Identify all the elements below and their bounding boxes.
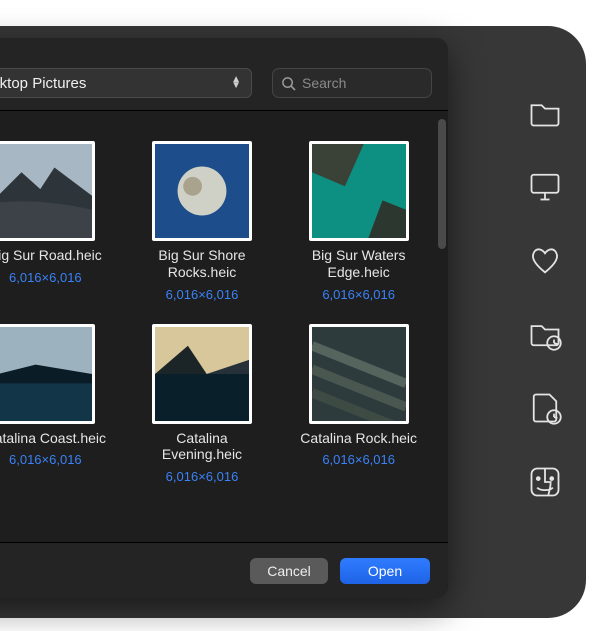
path-selector[interactable]: Desktop Pictures ▲▼ — [0, 68, 252, 98]
file-item[interactable]: Catalina Evening.heic 6,016×6,016 — [133, 324, 272, 485]
file-grid-area: Big Sur Road.heic 6,016×6,016 Big Sur Sh… — [0, 111, 448, 541]
file-thumbnail — [152, 141, 252, 241]
path-selector-label: Desktop Pictures — [0, 75, 86, 92]
file-item[interactable]: Catalina Rock.heic 6,016×6,016 — [289, 324, 428, 485]
dock-sidebar — [518, 94, 572, 500]
file-thumbnail — [152, 324, 252, 424]
file-thumbnail — [0, 141, 95, 241]
cancel-button[interactable]: Cancel — [250, 558, 328, 584]
file-item[interactable]: Big Sur Shore Rocks.heic 6,016×6,016 — [133, 141, 272, 302]
heart-icon[interactable] — [527, 242, 563, 278]
file-name: Catalina Evening.heic — [137, 430, 267, 464]
file-dimensions: 6,016×6,016 — [9, 452, 82, 467]
open-button[interactable]: Open — [340, 558, 430, 584]
finder-face-icon[interactable] — [527, 464, 563, 500]
file-item[interactable]: Catalina Coast.heic 6,016×6,016 — [0, 324, 115, 485]
file-name: Catalina Coast.heic — [0, 430, 106, 447]
file-item[interactable]: Big Sur Road.heic 6,016×6,016 — [0, 141, 115, 302]
folder-icon[interactable] — [527, 94, 563, 130]
file-name: Big Sur Waters Edge.heic — [294, 247, 424, 281]
dialog-footer: Cancel Open — [0, 542, 448, 598]
open-dialog-window: Desktop Pictures ▲▼ — [0, 38, 448, 598]
file-item[interactable]: Big Sur Waters Edge.heic 6,016×6,016 — [289, 141, 428, 302]
search-input[interactable] — [302, 75, 423, 91]
file-name: Big Sur Shore Rocks.heic — [137, 247, 267, 281]
file-dimensions: 6,016×6,016 — [166, 469, 239, 484]
recent-document-icon[interactable] — [527, 390, 563, 426]
file-dimensions: 6,016×6,016 — [9, 270, 82, 285]
chevron-up-down-icon: ▲▼ — [231, 77, 241, 89]
search-field[interactable] — [272, 68, 432, 98]
file-dimensions: 6,016×6,016 — [322, 452, 395, 467]
file-thumbnail — [309, 324, 409, 424]
file-thumbnail — [309, 141, 409, 241]
file-thumbnail — [0, 324, 95, 424]
device-frame: Desktop Pictures ▲▼ — [0, 26, 586, 618]
toolbar: Desktop Pictures ▲▼ — [0, 38, 448, 111]
file-dimensions: 6,016×6,016 — [166, 287, 239, 302]
desktop-icon[interactable] — [527, 168, 563, 204]
file-name: Catalina Rock.heic — [300, 430, 417, 447]
file-name: Big Sur Road.heic — [0, 247, 102, 264]
file-dimensions: 6,016×6,016 — [322, 287, 395, 302]
recent-folder-icon[interactable] — [527, 316, 563, 352]
scrollbar-thumb[interactable] — [438, 119, 446, 249]
search-icon — [281, 76, 296, 91]
